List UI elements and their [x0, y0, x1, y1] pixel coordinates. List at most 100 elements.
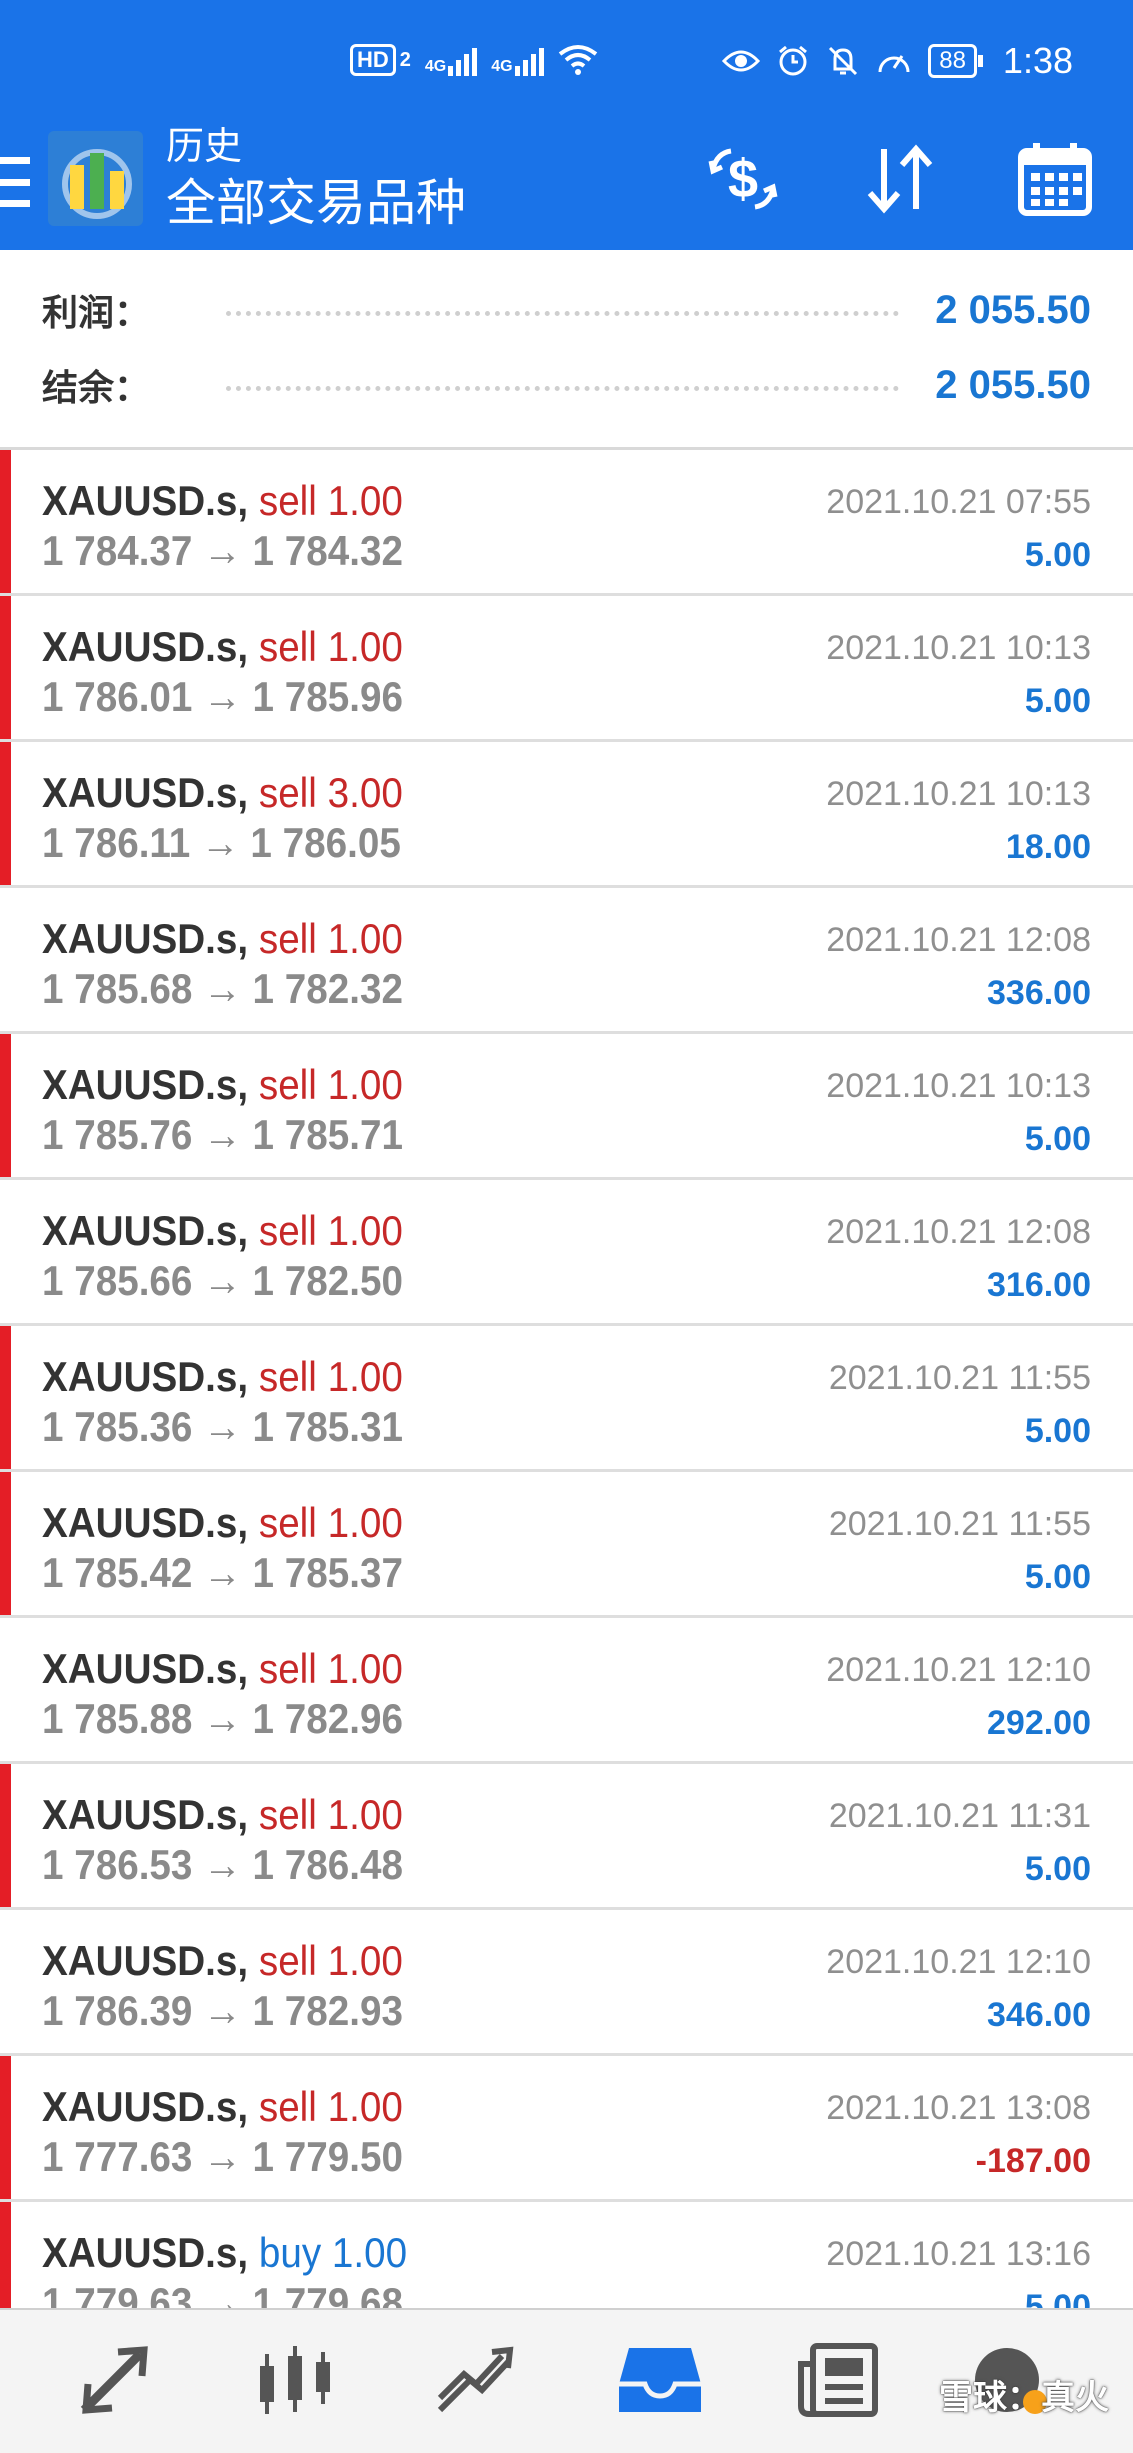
- deal-profit: -187.00: [975, 2142, 1091, 2180]
- deal-time: 2021.10.21 11:55: [828, 1505, 1091, 1543]
- trade-icon[interactable]: [430, 2340, 520, 2420]
- speedometer-icon: [878, 55, 910, 73]
- deal-volume: 1.00: [327, 477, 403, 524]
- arrow-icon: →: [203, 1695, 242, 1742]
- deal-title: XAUUSD.s, sell 1.00: [42, 1498, 403, 1548]
- deal-row[interactable]: XAUUSD.s, buy 1.00 1 779.63 → 1 779.68 202…: [0, 2202, 1133, 2308]
- deal-row[interactable]: XAUUSD.s, sell 1.00 1 786.01 → 1 785.96 20…: [0, 596, 1133, 742]
- deal-symbol: XAUUSD.s,: [42, 477, 249, 524]
- deal-prices: 1 784.37 → 1 784.32: [42, 526, 403, 576]
- sort-icon[interactable]: [860, 139, 940, 219]
- deal-volume: 1.00: [327, 1207, 403, 1254]
- deal-title: XAUUSD.s, sell 1.00: [42, 476, 403, 526]
- deal-volume: 1.00: [327, 1791, 403, 1838]
- close-price: 1 785.71: [252, 1111, 403, 1158]
- chart-icon[interactable]: [250, 2340, 340, 2420]
- deal-row[interactable]: XAUUSD.s, sell 1.00 1 785.88 → 1 782.96 20…: [0, 1618, 1133, 1764]
- deal-side: sell: [258, 2083, 317, 2130]
- close-price: 1 784.32: [252, 527, 403, 574]
- deal-row[interactable]: XAUUSD.s, sell 1.00 1 785.66 → 1 782.50 20…: [0, 1180, 1133, 1326]
- balance-label: 结余：: [42, 367, 151, 408]
- closed-by-flag: [0, 450, 11, 593]
- closed-by-flag: [0, 1472, 11, 1615]
- deal-prices: 1 785.76 → 1 785.71: [42, 1110, 403, 1160]
- deal-symbol: XAUUSD.s,: [42, 769, 249, 816]
- deal-symbol: XAUUSD.s,: [42, 1207, 249, 1254]
- deal-row[interactable]: XAUUSD.s, sell 1.00 1 785.36 → 1 785.31 20…: [0, 1326, 1133, 1472]
- bottom-navigation: 雪球：真火: [0, 2308, 1133, 2453]
- deal-title: XAUUSD.s, sell 1.00: [42, 1352, 403, 1402]
- deal-symbol: XAUUSD.s,: [42, 2229, 249, 2276]
- closed-by-flag: [0, 1764, 11, 1907]
- deal-time: 2021.10.21 10:13: [826, 775, 1091, 813]
- deal-prices: 1 786.39 → 1 782.93: [42, 1986, 403, 2036]
- open-price: 1 784.37: [42, 527, 193, 574]
- deal-prices: 1 785.66 → 1 782.50: [42, 1256, 403, 1306]
- arrow-icon: →: [203, 527, 242, 574]
- signal-icon-2: 4G: [491, 44, 544, 76]
- arrow-icon: →: [203, 1841, 242, 1888]
- deal-side: sell: [258, 477, 317, 524]
- deal-side: sell: [258, 1061, 317, 1108]
- quotes-icon[interactable]: [70, 2340, 160, 2420]
- deal-symbol: XAUUSD.s,: [42, 1791, 249, 1838]
- menu-icon[interactable]: [0, 157, 30, 207]
- profit-value: 2 055.50: [935, 287, 1091, 332]
- battery-icon: 88: [928, 44, 983, 78]
- close-price: 1 785.37: [252, 1549, 403, 1596]
- news-icon[interactable]: [795, 2340, 885, 2420]
- deal-row[interactable]: XAUUSD.s, sell 1.00 1 785.76 → 1 785.71 20…: [0, 1034, 1133, 1180]
- deal-title: XAUUSD.s, sell 3.00: [42, 768, 403, 818]
- deal-time: 2021.10.21 13:08: [826, 2089, 1091, 2127]
- deal-profit: 5.00: [1024, 682, 1091, 720]
- balance-value: 2 055.50: [935, 362, 1091, 407]
- deal-volume: 1.00: [327, 1937, 403, 1984]
- page-title: 历史: [166, 126, 243, 168]
- open-price: 1 777.63: [42, 2133, 193, 2180]
- arrow-icon: →: [203, 2133, 242, 2180]
- calendar-icon[interactable]: [1015, 139, 1095, 219]
- currency-exchange-icon[interactable]: $: [703, 139, 783, 219]
- deal-row[interactable]: XAUUSD.s, sell 1.00 1 786.39 → 1 782.93 20…: [0, 1910, 1133, 2056]
- deal-profit: 5.00: [1024, 536, 1091, 574]
- symbol-filter[interactable]: 全部交易品种: [166, 173, 466, 233]
- alarm-icon: [779, 45, 808, 76]
- open-price: 1 785.76: [42, 1111, 193, 1158]
- deal-row[interactable]: XAUUSD.s, sell 1.00 1 784.37 → 1 784.32 20…: [0, 450, 1133, 596]
- deal-row[interactable]: XAUUSD.s, sell 1.00 1 785.68 → 1 782.32 20…: [0, 888, 1133, 1034]
- open-price: 1 785.42: [42, 1549, 193, 1596]
- deal-title: XAUUSD.s, sell 1.00: [42, 914, 403, 964]
- deal-volume: 1.00: [327, 2083, 403, 2130]
- deal-row[interactable]: XAUUSD.s, sell 1.00 1 777.63 → 1 779.50 20…: [0, 2056, 1133, 2202]
- deal-symbol: XAUUSD.s,: [42, 1353, 249, 1400]
- deal-profit: 5.00: [1024, 1412, 1091, 1450]
- deal-symbol: XAUUSD.s,: [42, 2083, 249, 2130]
- deals-list[interactable]: XAUUSD.s, sell 1.00 1 784.37 → 1 784.32 20…: [0, 450, 1133, 2308]
- deal-row[interactable]: XAUUSD.s, sell 3.00 1 786.11 → 1 786.05 20…: [0, 742, 1133, 888]
- history-icon[interactable]: [615, 2340, 705, 2420]
- balance-row: 结余： 2 055.50: [42, 355, 1091, 415]
- wifi-icon: [558, 45, 597, 75]
- deal-title: XAUUSD.s, sell 1.00: [42, 1644, 403, 1694]
- close-price: 1 779.68: [252, 2279, 403, 2308]
- sim-label: 2: [399, 48, 411, 71]
- deal-prices: 1 777.63 → 1 779.50: [42, 2132, 403, 2182]
- deal-profit: 18.00: [1005, 828, 1091, 866]
- deal-time: 2021.10.21 10:13: [826, 629, 1091, 667]
- deal-row[interactable]: XAUUSD.s, sell 1.00 1 786.53 → 1 786.48 20…: [0, 1764, 1133, 1910]
- close-price: 1 782.93: [252, 1987, 403, 2034]
- deal-row[interactable]: XAUUSD.s, sell 1.00 1 785.42 → 1 785.37 20…: [0, 1472, 1133, 1618]
- deal-volume: 1.00: [327, 1499, 403, 1546]
- arrow-icon: →: [203, 1111, 242, 1158]
- deal-side: sell: [258, 623, 317, 670]
- arrow-icon: →: [203, 1987, 242, 2034]
- deal-volume: 1.00: [327, 1353, 403, 1400]
- deal-profit: 5.00: [1024, 2288, 1091, 2308]
- watermark: 雪球：真火: [939, 2379, 1109, 2417]
- profit-label: 利润：: [42, 292, 151, 333]
- arrow-icon: →: [203, 1257, 242, 1304]
- deal-side: sell: [258, 769, 317, 816]
- arrow-icon: →: [203, 1403, 242, 1450]
- deal-volume: 1.00: [327, 915, 403, 962]
- deal-title: XAUUSD.s, sell 1.00: [42, 2082, 403, 2132]
